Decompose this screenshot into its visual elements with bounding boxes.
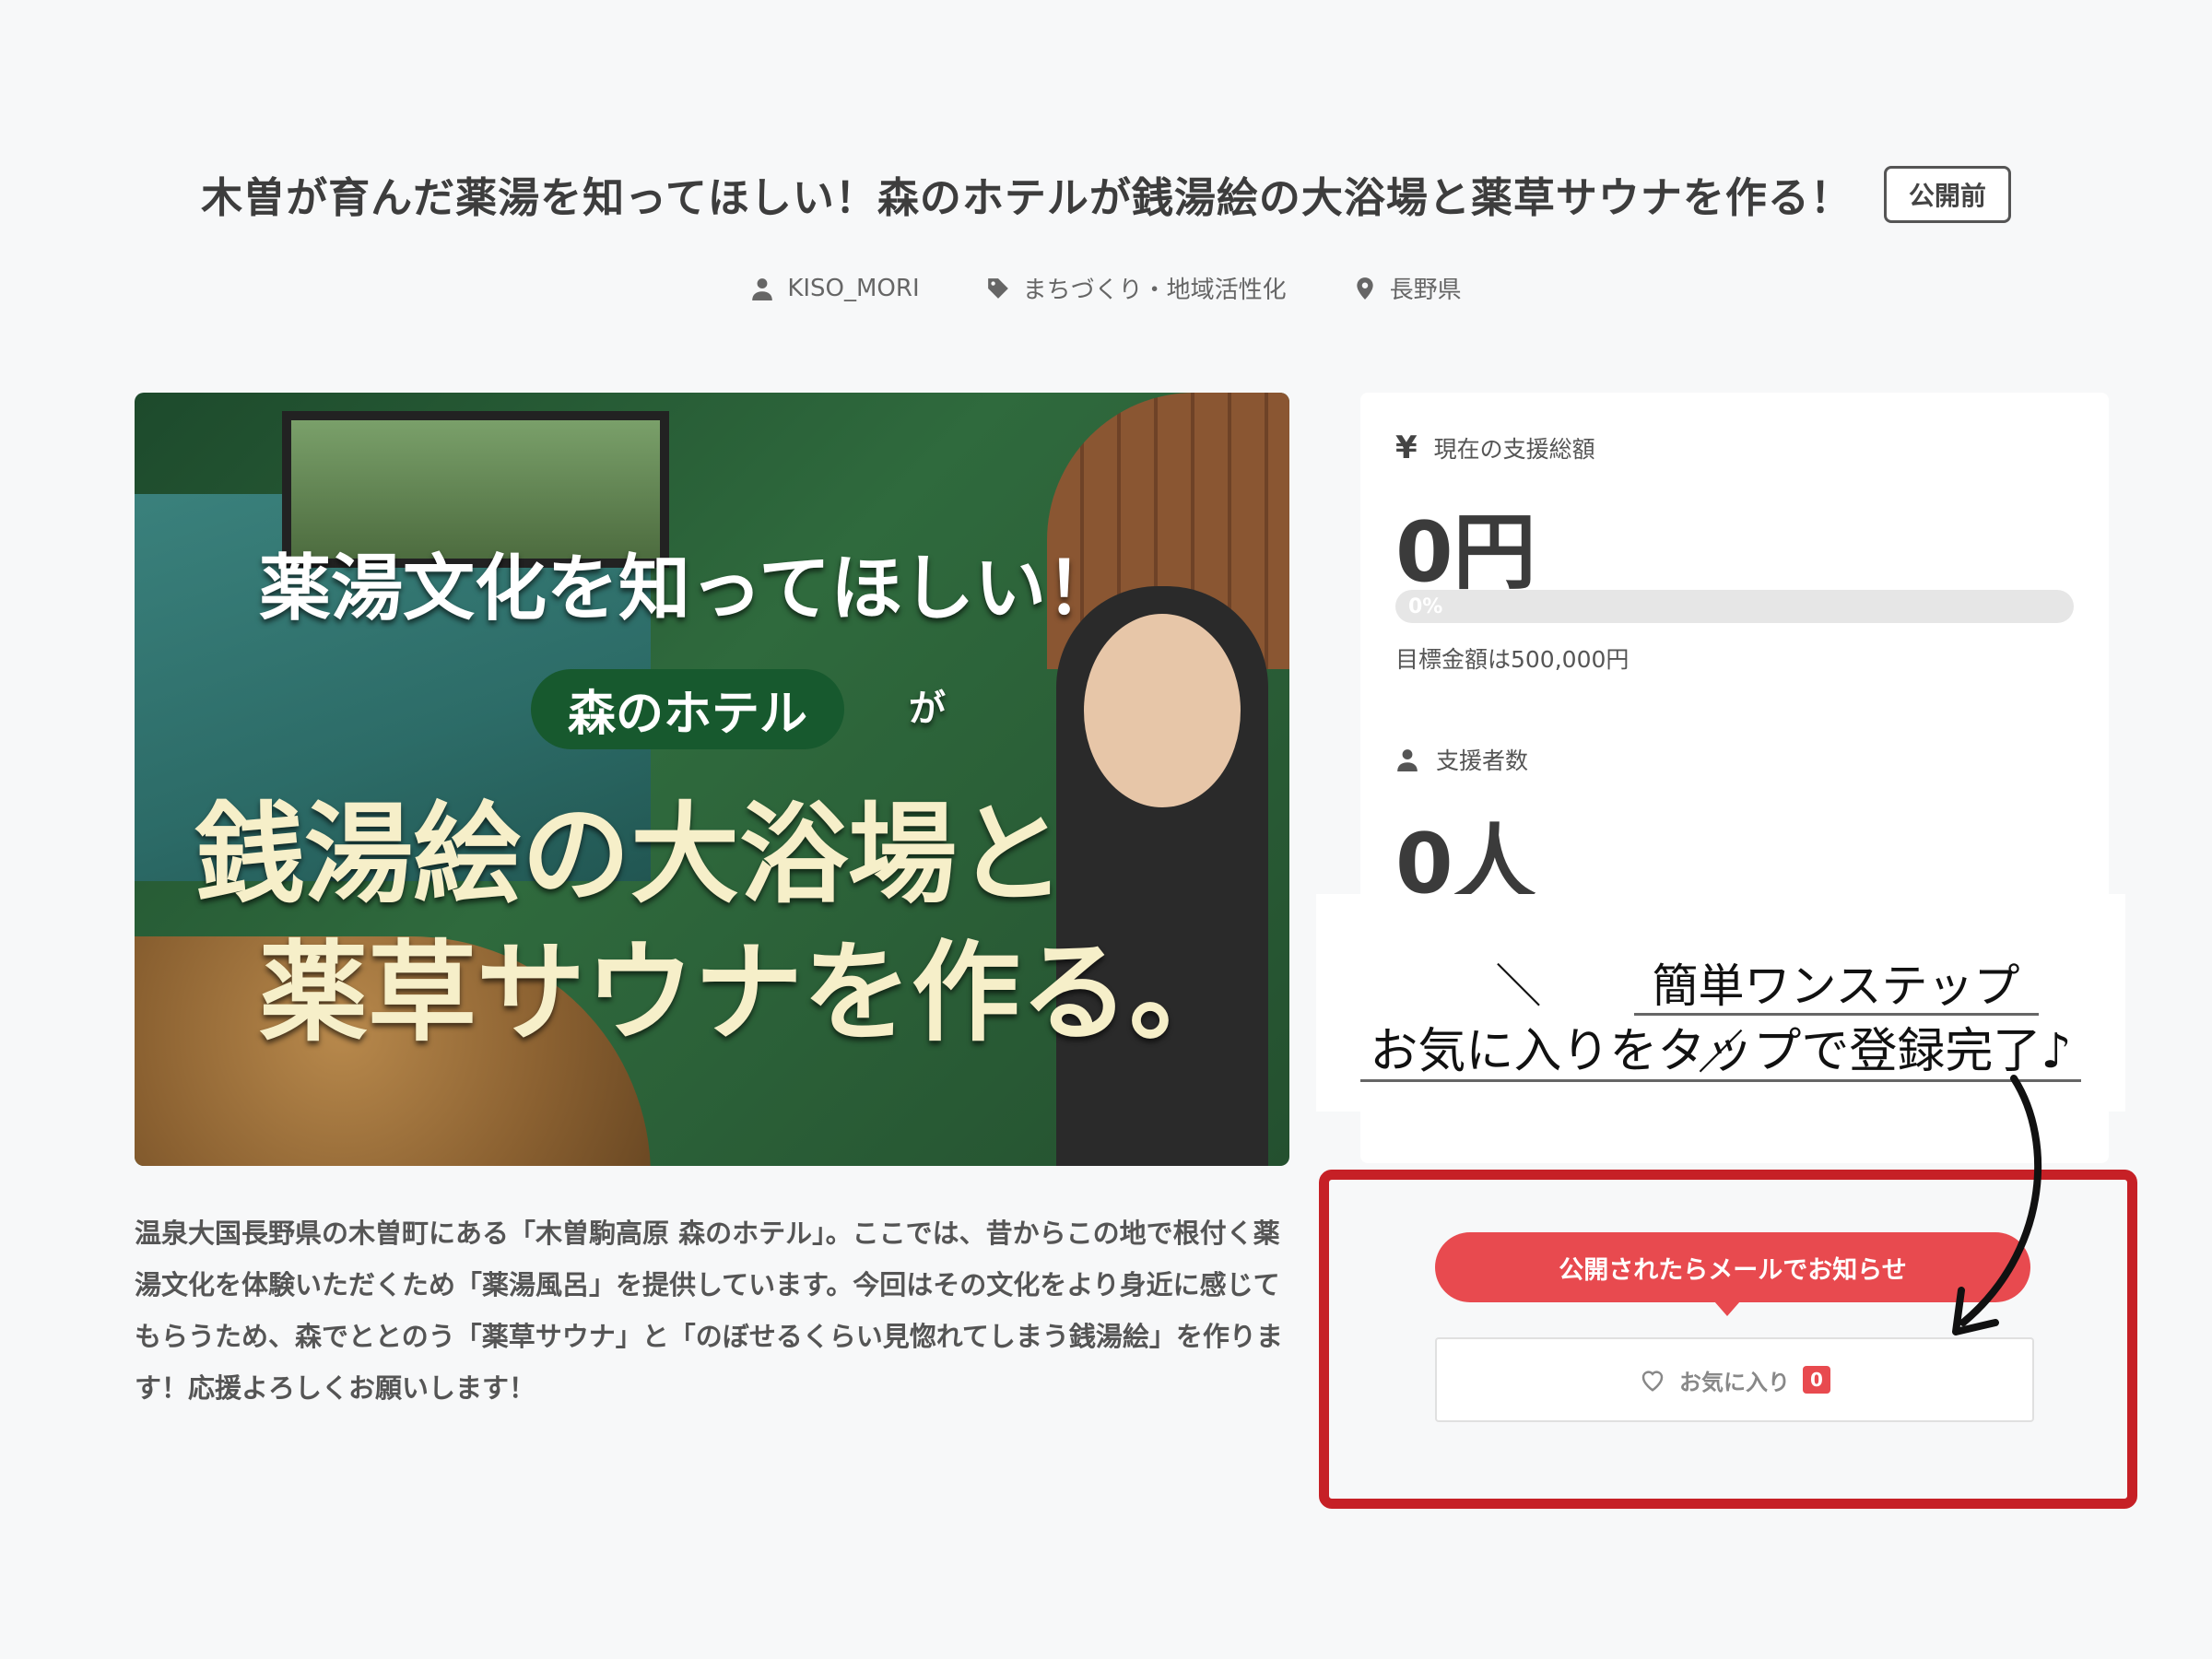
arrow-icon <box>1952 1075 2042 1335</box>
project-meta: KISO_MORI まちづくり・地域活性化 長野県 <box>0 271 2212 305</box>
users-icon <box>1397 749 1418 771</box>
status-badge: 公開前 <box>1883 165 2011 223</box>
hero-pill: 森のホテル <box>531 669 845 749</box>
total-amount: 0円 <box>1395 504 1536 601</box>
notify-button-tail <box>1714 1301 1740 1316</box>
total-label: ¥ 現在の支援総額 <box>1395 429 1595 466</box>
author-name: KISO_MORI <box>787 274 920 302</box>
supporters-label: 支援者数 <box>1395 743 1528 776</box>
user-icon <box>752 277 773 300</box>
title-row: 木曽が育んだ薬湯を知ってほしい！森のホテルが銭湯絵の大浴場と薬草サウナを作る！ … <box>0 164 2212 224</box>
project-description: 温泉大国長野県の木曽町にある「木曽駒高原 森のホテル」。ここでは、昔からこの地で… <box>135 1218 1283 1404</box>
hero-headline-1: 薬湯文化を知ってほしい！ <box>259 547 1119 630</box>
meta-location[interactable]: 長野県 <box>1353 271 1462 305</box>
meta-author[interactable]: KISO_MORI <box>750 271 920 305</box>
category-label: まちづくり・地域活性化 <box>1022 276 1287 304</box>
heart-icon <box>1641 1371 1664 1392</box>
hero-particle: が <box>909 687 946 730</box>
callout-slash-left: ＼ <box>1495 959 1542 1013</box>
favorite-count: 0 <box>1803 1366 1830 1394</box>
location-pin-icon <box>1356 276 1373 300</box>
favorite-label: お気に入り <box>1679 1369 1791 1395</box>
progress-bar: 0% <box>1395 590 2074 623</box>
goal-amount: 目標金額は500,000円 <box>1395 646 1630 673</box>
hero-headline-3: 銭湯絵の大浴場と <box>195 790 1066 918</box>
callout-headline: 簡単ワンステップ <box>1633 959 2039 1016</box>
total-label-text: 現在の支援総額 <box>1433 436 1595 463</box>
tag-icon <box>987 277 1008 299</box>
page-title: 木曽が育んだ薬湯を知ってほしい！森のホテルが銭湯絵の大浴場と薬草サウナを作る！ <box>201 173 1853 222</box>
yen-icon: ¥ <box>1395 429 1418 466</box>
face-illustration <box>1084 614 1241 807</box>
supporters-label-text: 支援者数 <box>1436 747 1529 774</box>
hero-headline-4: 薬草サウナを作る。 <box>259 928 1239 1056</box>
hero-image: 薬湯文化を知ってほしい！ 森のホテル が 銭湯絵の大浴場と 薬草サウナを作る。 <box>135 393 1289 1166</box>
location-label: 長野県 <box>1389 276 1462 304</box>
favorite-button[interactable]: お気に入り 0 <box>1435 1337 2034 1422</box>
progress-text: 0% <box>1408 595 1443 618</box>
meta-category[interactable]: まちづくり・地域活性化 <box>986 271 1287 305</box>
